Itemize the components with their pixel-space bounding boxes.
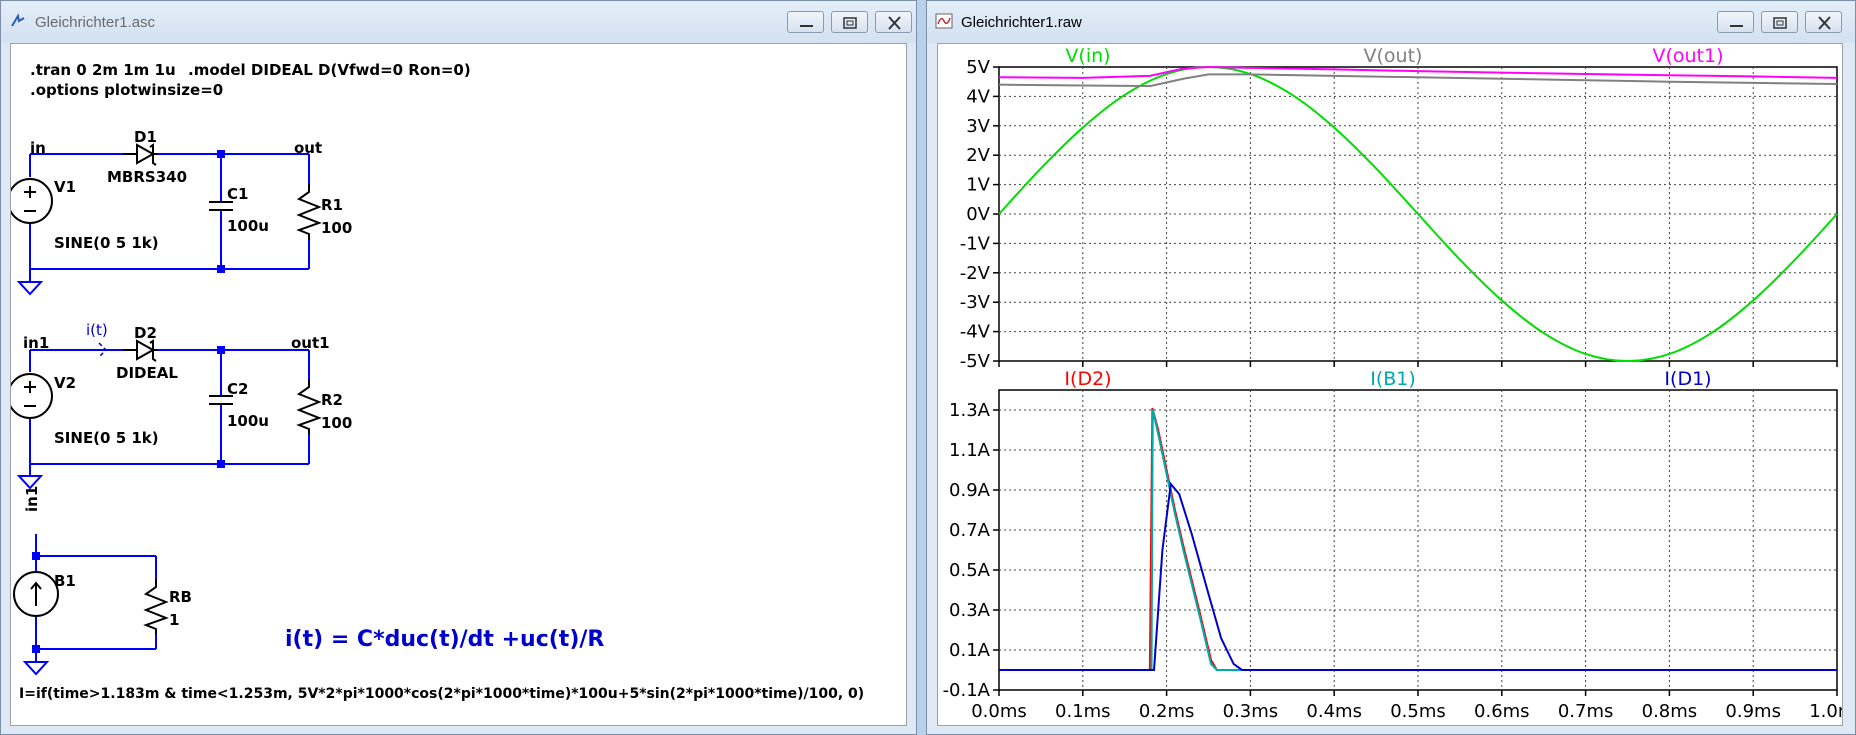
legend-label: I(B1) <box>1370 368 1416 390</box>
x-tick-label: 0.1ms <box>1055 701 1111 722</box>
schematic-app-icon <box>11 13 25 27</box>
res-rb-value[interactable]: 1 <box>169 611 179 629</box>
schematic-wires <box>11 143 322 676</box>
source-v1-value[interactable]: SINE(0 5 1k) <box>54 234 159 252</box>
res-rb-ref[interactable]: RB <box>169 588 192 606</box>
x-tick-label: 0.5ms <box>1390 701 1446 722</box>
diode-d2-model[interactable]: DIDEAL <box>116 364 178 382</box>
y-tick-label: 1.1A <box>949 440 991 461</box>
y-tick-label: 0.1A <box>949 640 991 661</box>
y-tick-label: 1.3A <box>949 400 991 421</box>
net-label-in1-vertical[interactable]: in1 <box>23 486 41 512</box>
legend-label: I(D1) <box>1664 368 1711 390</box>
legend-label: V(out1) <box>1652 45 1723 67</box>
x-tick-label: 0.6ms <box>1474 701 1530 722</box>
y-tick-label: -2V <box>960 263 991 284</box>
cap-c1-ref[interactable]: C1 <box>227 185 248 203</box>
source-v2-value[interactable]: SINE(0 5 1k) <box>54 429 159 447</box>
waveform-canvas[interactable]: 5V 4V 3V 2V 1V 0V -1V -2V -3V -4V -5V V(in) V(out) V(… <box>937 43 1843 726</box>
x-tick-label: 0.2ms <box>1139 701 1195 722</box>
source-v2-ref[interactable]: V2 <box>54 374 76 392</box>
diode-d1-model[interactable]: MBRS340 <box>107 168 187 186</box>
schematic-canvas[interactable]: .tran 0 2m 1m 1u .model DIDEAL D(Vfwd=0 … <box>10 43 907 726</box>
y-tick-label: 4V <box>966 86 990 107</box>
minimize-button[interactable] <box>1717 11 1754 33</box>
y-tick-label: -0.1A <box>943 680 991 701</box>
bsource-b1-ref[interactable]: B1 <box>54 572 76 590</box>
close-button[interactable] <box>1805 11 1842 33</box>
x-tick-label: 1.0ms <box>1809 701 1843 722</box>
x-tick-label: 0.9ms <box>1725 701 1781 722</box>
x-tick-label: 0.3ms <box>1223 701 1279 722</box>
net-label-out1[interactable]: out1 <box>291 334 330 352</box>
res-r2-value[interactable]: 100 <box>321 414 352 432</box>
net-label-out[interactable]: out <box>294 139 322 157</box>
formula-comment[interactable]: i(t) = C*duc(t)/dt +uc(t)/R <box>285 627 604 652</box>
y-tick-label: 0.5A <box>949 560 991 581</box>
cap-c2-value[interactable]: 100u <box>227 412 269 430</box>
legend-label: V(in) <box>1065 45 1110 67</box>
waveform-app-icon <box>935 13 953 29</box>
minimize-button[interactable] <box>787 11 824 33</box>
y-tick-label: 2V <box>966 145 990 166</box>
y-tick-label: 0.7A <box>949 520 991 541</box>
cap-c1-value[interactable]: 100u <box>227 217 269 235</box>
y-tick-label: -5V <box>960 351 991 372</box>
res-r1-ref[interactable]: R1 <box>321 196 343 214</box>
y-tick-label: 5V <box>966 57 990 78</box>
schematic-window-title: Gleichrichter1.asc <box>35 14 156 31</box>
close-button[interactable] <box>875 11 912 33</box>
x-tick-label: 0.8ms <box>1642 701 1698 722</box>
schematic-titlebar[interactable]: Gleichrichter1.asc <box>1 1 916 43</box>
legend-label: V(out) <box>1364 45 1423 67</box>
y-tick-label: 1V <box>966 175 990 196</box>
cap-c2-ref[interactable]: C2 <box>227 380 248 398</box>
net-label-in[interactable]: in <box>30 139 46 157</box>
waveform-window[interactable]: Gleichrichter1.raw 5V 4V 3V 2V 1V 0V -1V -2V -3V… <box>926 0 1856 735</box>
y-tick-label: 0V <box>966 204 990 225</box>
current-probe-label[interactable]: i(t) <box>86 321 108 339</box>
res-r2-ref[interactable]: R2 <box>321 391 343 409</box>
source-v1-ref[interactable]: V1 <box>54 178 76 196</box>
y-tick-label: 3V <box>966 116 990 137</box>
waveform-plots[interactable]: 5V 4V 3V 2V 1V 0V -1V -2V -3V -4V -5V V(in) V(out) V(… <box>938 44 1843 726</box>
diode-d1-ref[interactable]: D1 <box>134 128 157 146</box>
x-tick-label: 0.7ms <box>1558 701 1614 722</box>
y-tick-label: 0.3A <box>949 600 991 621</box>
y-tick-label: -1V <box>960 233 991 254</box>
res-r1-value[interactable]: 100 <box>321 219 352 237</box>
diode-d2-ref[interactable]: D2 <box>134 324 157 342</box>
y-tick-label: -4V <box>960 322 991 343</box>
waveform-titlebar[interactable]: Gleichrichter1.raw <box>927 1 1855 43</box>
waveform-window-title: Gleichrichter1.raw <box>961 14 1082 31</box>
y-tick-label: -3V <box>960 292 991 313</box>
restore-button[interactable] <box>1761 11 1798 33</box>
y-tick-label: 0.9A <box>949 480 991 501</box>
bsource-expression[interactable]: I=if(time>1.183m & time<1.253m, 5V*2*pi*… <box>19 686 864 702</box>
legend-label: I(D2) <box>1064 368 1111 390</box>
net-label-in1[interactable]: in1 <box>23 334 49 352</box>
restore-button[interactable] <box>831 11 868 33</box>
x-tick-label: 0.0ms <box>971 701 1027 722</box>
x-tick-label: 0.4ms <box>1306 701 1362 722</box>
schematic-window[interactable]: Gleichrichter1.asc .tran 0 2m 1m 1u .mod… <box>0 0 917 735</box>
